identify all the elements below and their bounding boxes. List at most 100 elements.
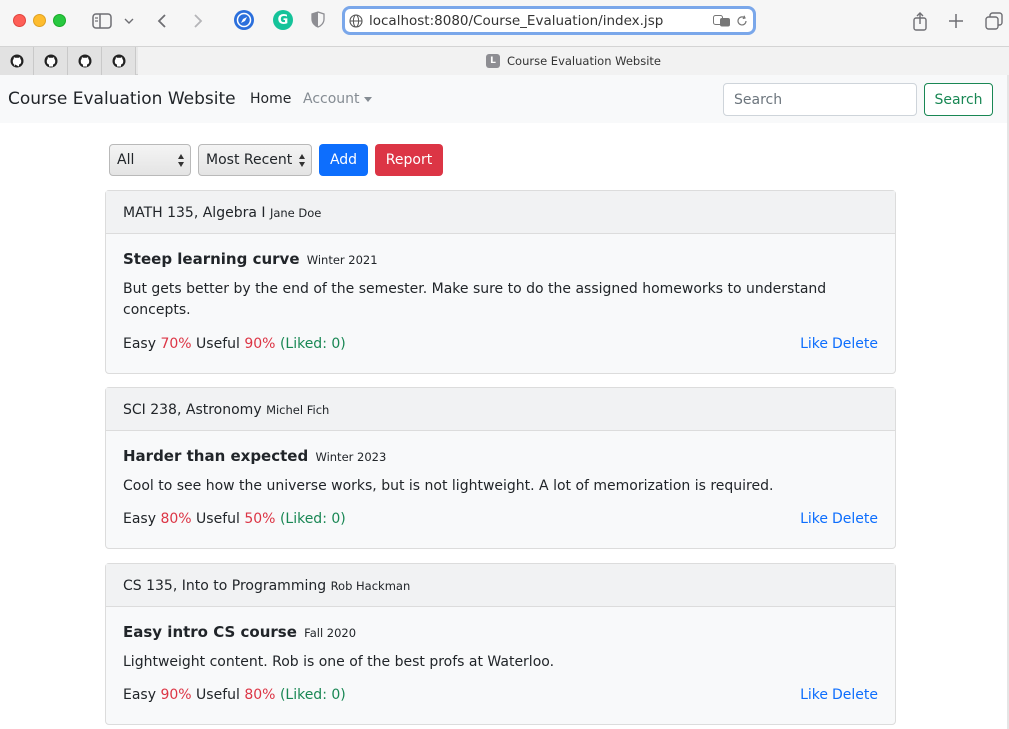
card-body: Easy intro CS course Fall 2020 Lightweig… xyxy=(106,607,895,724)
evaluation-title-text: Steep learning curve xyxy=(123,250,300,268)
minimize-window-button[interactable] xyxy=(33,14,46,27)
useful-label: Useful xyxy=(196,511,240,527)
professor-name: Jane Doe xyxy=(269,206,322,220)
address-bar[interactable]: localhost:8080/Course_Evaluation/index.j… xyxy=(342,6,756,35)
back-icon[interactable] xyxy=(153,9,171,33)
evaluation-term: Winter 2021 xyxy=(306,253,378,267)
course-name: MATH 135, Algebra I xyxy=(123,205,266,221)
compass-extension-icon[interactable] xyxy=(234,10,254,30)
easy-value: 80% xyxy=(160,511,192,527)
evaluation-content: But gets better by the end of the semest… xyxy=(123,281,827,318)
tab-favicon: L xyxy=(486,54,500,68)
browser-toolbar: G localhost:8080/Course_Evaluation/index… xyxy=(0,0,1009,46)
forward-icon[interactable] xyxy=(189,9,207,33)
card-actions: Like Delete xyxy=(796,687,878,703)
sort-select[interactable]: Most Recent xyxy=(198,144,312,176)
card-body: Steep learning curve Winter 2021 But get… xyxy=(106,234,895,373)
course-name: SCI 238, Astronomy xyxy=(123,402,262,418)
pinned-tab-github[interactable] xyxy=(34,47,68,75)
evaluation-title-text: Easy intro CS course xyxy=(123,623,297,641)
like-link[interactable]: Like xyxy=(800,336,828,352)
address-text: localhost:8080/Course_Evaluation/index.j… xyxy=(369,12,664,29)
github-icon xyxy=(78,54,92,68)
evaluation-stats: Easy 80% Useful 50% (Liked: 0) xyxy=(123,511,346,527)
evaluation-content: Lightweight content. Rob is one of the b… xyxy=(123,654,555,670)
evaluation-title: Easy intro CS course Fall 2020 xyxy=(123,623,356,641)
translate-icon[interactable] xyxy=(713,15,731,27)
evaluation-card: MATH 135, Algebra I Jane Doe Steep learn… xyxy=(105,190,896,374)
tab-course-evaluation[interactable]: L Course Evaluation Website xyxy=(138,47,1009,75)
new-tab-icon[interactable] xyxy=(946,9,966,33)
reload-icon[interactable] xyxy=(736,15,748,27)
easy-label: Easy xyxy=(123,336,157,352)
like-link[interactable]: Like xyxy=(800,511,828,527)
search-input[interactable] xyxy=(723,83,917,116)
tab-title: Course Evaluation Website xyxy=(507,54,661,68)
pinned-tab-github[interactable] xyxy=(0,47,34,75)
professor-name: Rob Hackman xyxy=(330,579,411,593)
useful-value: 90% xyxy=(244,336,276,352)
add-button[interactable]: Add xyxy=(319,144,368,176)
evaluation-stats: Easy 90% Useful 80% (Liked: 0) xyxy=(123,687,346,703)
evaluation-title: Harder than expected Winter 2023 xyxy=(123,447,386,465)
select-arrows-icon xyxy=(178,154,185,167)
delete-link[interactable]: Delete xyxy=(832,687,878,703)
category-select-value: All xyxy=(117,152,135,168)
card-body: Harder than expected Winter 2023 Cool to… xyxy=(106,431,895,548)
tab-bar: L Course Evaluation Website xyxy=(0,46,1009,75)
evaluation-title: Steep learning curve Winter 2021 xyxy=(123,250,378,268)
github-icon xyxy=(112,54,126,68)
card-header: CS 135, Into to Programming Rob Hackman xyxy=(106,564,895,607)
evaluation-content: Cool to see how the universe works, but … xyxy=(123,478,774,494)
grammarly-extension-icon[interactable]: G xyxy=(273,10,293,30)
evaluation-title-text: Harder than expected xyxy=(123,447,309,465)
evaluation-term: Fall 2020 xyxy=(304,626,357,640)
easy-value: 90% xyxy=(160,687,192,703)
report-button[interactable]: Report xyxy=(375,144,443,176)
pinned-tab-github[interactable] xyxy=(102,47,136,75)
useful-value: 80% xyxy=(244,687,276,703)
easy-value: 70% xyxy=(160,336,192,352)
evaluation-stats: Easy 70% Useful 90% (Liked: 0) xyxy=(123,336,346,352)
useful-value: 50% xyxy=(244,511,276,527)
github-icon xyxy=(44,54,58,68)
easy-label: Easy xyxy=(123,687,157,703)
nav-account-dropdown[interactable]: Account xyxy=(303,91,372,107)
like-link[interactable]: Like xyxy=(800,687,828,703)
delete-link[interactable]: Delete xyxy=(832,511,878,527)
evaluation-card: SCI 238, Astronomy Michel Fich Harder th… xyxy=(105,387,896,549)
course-name: CS 135, Into to Programming xyxy=(123,578,327,594)
delete-link[interactable]: Delete xyxy=(832,336,878,352)
easy-label: Easy xyxy=(123,511,157,527)
liked-count: (Liked: 0) xyxy=(279,687,346,703)
close-window-button[interactable] xyxy=(13,14,26,27)
card-actions: Like Delete xyxy=(796,336,878,352)
navbar-brand[interactable]: Course Evaluation Website xyxy=(8,89,236,109)
sidebar-toggle-icon[interactable] xyxy=(90,9,114,33)
shield-icon[interactable] xyxy=(311,11,325,28)
site-navbar: Course Evaluation Website Home Account S… xyxy=(0,75,1007,123)
evaluation-term: Winter 2023 xyxy=(315,450,387,464)
zoom-window-button[interactable] xyxy=(53,14,66,27)
evaluation-card: CS 135, Into to Programming Rob Hackman … xyxy=(105,563,896,725)
tab-overview-icon[interactable] xyxy=(983,9,1005,33)
sort-select-value: Most Recent xyxy=(206,152,293,168)
professor-name: Michel Fich xyxy=(266,403,330,417)
search-button[interactable]: Search xyxy=(924,83,993,116)
nav-home-link[interactable]: Home xyxy=(250,91,291,107)
caret-down-icon xyxy=(363,96,372,102)
useful-label: Useful xyxy=(196,687,240,703)
card-header: MATH 135, Algebra I Jane Doe xyxy=(106,191,895,234)
share-icon[interactable] xyxy=(910,9,930,33)
liked-count: (Liked: 0) xyxy=(279,511,346,527)
globe-icon xyxy=(349,13,363,28)
nav-account-label: Account xyxy=(303,91,360,107)
pinned-tab-github[interactable] xyxy=(68,47,102,75)
select-arrows-icon xyxy=(299,154,306,167)
liked-count: (Liked: 0) xyxy=(279,336,346,352)
card-actions: Like Delete xyxy=(796,511,878,527)
chevron-down-icon[interactable] xyxy=(122,9,136,33)
card-header: SCI 238, Astronomy Michel Fich xyxy=(106,388,895,431)
category-select[interactable]: All xyxy=(109,144,191,176)
github-icon xyxy=(10,54,24,68)
